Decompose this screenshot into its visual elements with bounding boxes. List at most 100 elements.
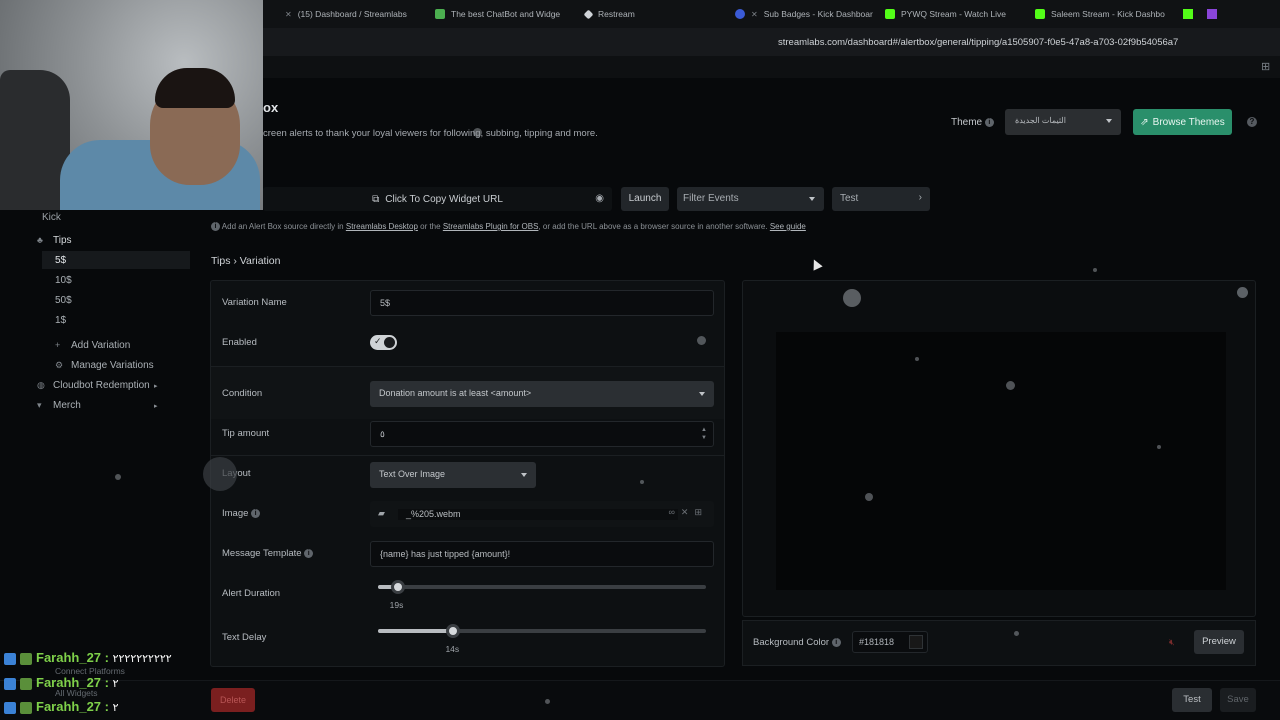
info-icon[interactable]: i [831,637,841,647]
sidebar-item-label: Manage Variations [71,360,154,371]
toggle-knob [384,337,395,348]
page-subtitle: creen alerts to thank your loyal viewers… [263,128,598,139]
kick-icon [20,677,32,690]
close-icon[interactable]: ✕ [681,507,695,517]
tab-title: Saleem Stream - Kick Dashbo [1051,9,1165,19]
hint-mid: or the [420,222,441,231]
background-color-label-text: Background Color [753,637,830,648]
alert-duration-slider[interactable] [378,580,706,594]
browser-tab-restream[interactable]: Restream [575,0,725,28]
filter-events-label: Filter Events [683,193,739,204]
browser-tab-streamlabs[interactable]: ✕ (15) Dashboard / Streamlabs [275,0,425,28]
eye-icon[interactable]: ◉ [595,193,604,204]
copy-widget-url-button[interactable]: ⧉ Click To Copy Widget URL ◉ [263,187,612,211]
sidebar-variation-50[interactable]: 50$ [55,295,72,306]
tab-title: Restream [598,9,635,19]
theme-label-text: Theme [951,117,983,128]
close-icon[interactable]: ✕ [751,10,758,19]
snow-particle [1014,631,1019,636]
link-icon[interactable]: ∞ [668,507,680,517]
tab-title: Sub Badges - Kick Dashboar [763,9,873,19]
tips-icon: ♣ [37,235,43,245]
streamlabs-desktop-link[interactable]: Streamlabs Desktop [346,222,418,231]
copy-icon: ⧉ [372,193,380,205]
browser-tab-pywq[interactable]: PYWQ Stream - Watch Live [875,0,1025,28]
chevron-down-icon [699,392,705,396]
sidebar-item-label: Merch [53,400,81,411]
snow-particle [865,493,873,501]
text-delay-slider[interactable] [378,624,706,638]
tip-amount-input[interactable]: ٥ ▲ ▼ [370,421,714,447]
image-label: Image i [222,508,261,519]
check-icon: ✓ [374,336,382,346]
number-stepper-icon[interactable]: ▲ ▼ [701,426,707,442]
see-guide-link[interactable]: See guide [770,222,806,231]
layout-select[interactable]: Text Over Image [370,462,536,488]
chat-username: Farahh_27 [36,675,102,690]
sidebar-variation-1[interactable]: 1$ [55,315,66,326]
mute-icon[interactable]: 🔇︎ [1169,637,1175,648]
sidebar-item-tips[interactable]: ♣ Tips [37,235,72,246]
variation-name-input[interactable]: 5$ [370,290,714,316]
delete-button[interactable]: Delete [211,688,255,712]
message-template-label-text: Message Template [222,548,302,559]
chat-message: Farahh_27 : ٢ [4,699,119,714]
sidebar-variation-10[interactable]: 10$ [55,275,72,286]
platform-icon [4,652,16,665]
test-button[interactable]: Test [1172,688,1212,712]
help-icon[interactable]: ? [1247,117,1257,127]
close-icon[interactable]: ✕ [285,10,292,19]
message-template-input[interactable]: {name} has just tipped {amount}! [370,541,714,567]
kick-icon [885,9,895,19]
image-file-picker[interactable]: ▰ _%205.webm ∞✕⊞ [370,501,714,527]
settings-icon[interactable] [1237,287,1248,298]
breadcrumb-root[interactable]: Tips [211,255,230,267]
kick-icon [20,701,32,714]
sidebar-variation-5[interactable]: 5$ [55,255,66,266]
divider [211,455,724,456]
snow-particle [115,474,121,480]
image-filename: _%205.webm [398,509,678,520]
chat-message: Farahh_27 : ٢ [4,675,119,690]
enabled-toggle[interactable]: ✓ [370,335,397,350]
chat-separator: : [101,699,113,714]
folder-icon[interactable]: ▰ [378,508,385,519]
apps-grid-icon[interactable]: ⊞ [1261,60,1270,73]
mouse-cursor-icon [809,257,823,271]
info-icon[interactable]: i [984,117,994,127]
condition-select[interactable]: Donation amount is at least <amount> [370,381,714,407]
tip-amount-label: Tip amount [222,428,270,439]
sidebar-item-cloudbot-redemption[interactable]: ◍ Cloudbot Redemption [37,380,150,391]
browse-themes-button[interactable]: ⇗ Browse Themes [1133,109,1232,135]
browser-tab-chatbot[interactable]: The best ChatBot and Widge [425,0,575,28]
twitch-icon[interactable] [1207,9,1217,19]
info-icon[interactable]: i [251,508,261,518]
sidebar-item-merch[interactable]: ▾ Merch [37,400,81,411]
info-icon[interactable]: i [304,548,314,558]
shirt-icon: ▾ [37,400,42,410]
tab-title: (15) Dashboard / Streamlabs [297,9,407,19]
chat-text: ٢ [112,678,119,690]
sidebar-item-kick[interactable]: Kick [42,212,61,223]
filter-events-select[interactable]: Filter Events [677,187,824,211]
grid-icon[interactable]: ⊞ [694,507,708,517]
launch-button[interactable]: Launch [621,187,669,211]
obs-plugin-link[interactable]: Streamlabs Plugin for OBS [443,222,539,231]
message-template-label: Message Template i [222,548,314,559]
preview-button[interactable]: Preview [1194,630,1244,654]
url-text[interactable]: streamlabs.com/dashboard#/alertbox/gener… [778,37,1178,48]
add-variation-button[interactable]: + Add Variation [55,340,130,351]
slider-handle[interactable] [390,580,405,594]
color-swatch[interactable] [909,635,923,649]
webcam-overlay [0,0,263,210]
snow-particle [473,128,482,137]
test-dropdown-button[interactable]: Test › [832,187,930,211]
streamlabs-icon [435,9,445,19]
browser-tab-saleem[interactable]: Saleem Stream - Kick Dashbo [1025,0,1175,28]
manage-variations-button[interactable]: ⚙ Manage Variations [55,360,154,371]
theme-select[interactable]: الثيمات الجديدة [1005,109,1121,135]
browser-tab-sub-badges[interactable]: ✕ Sub Badges - Kick Dashboar [725,0,875,28]
breadcrumb-separator: › [233,255,237,267]
save-button[interactable]: Save [1220,688,1256,712]
kick-icon[interactable] [1183,9,1193,19]
